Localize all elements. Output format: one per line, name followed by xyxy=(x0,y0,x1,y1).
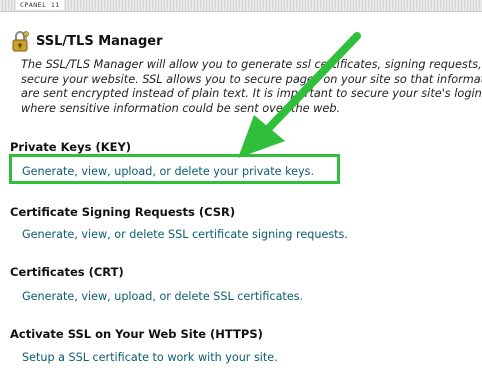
section-heading-csr: Certificate Signing Requests (CSR) xyxy=(10,205,236,219)
description-line: secure your website. SSL allows you to s… xyxy=(21,72,482,86)
csr-link[interactable]: Generate, view, or delete SSL certificat… xyxy=(22,228,348,241)
section-heading-certificates: Certificates (CRT) xyxy=(10,265,124,279)
annotation-highlight-box xyxy=(9,154,340,184)
annotation-arrow-icon xyxy=(238,32,361,158)
page-description: The SSL/TLS Manager will allow you to ge… xyxy=(21,58,482,116)
section-heading-private-keys: Private Keys (KEY) xyxy=(10,140,132,154)
top-bar: CPANEL 11 xyxy=(0,0,482,12)
page-header: SSL/TLS Manager xyxy=(10,29,162,53)
ssl-tls-manager-page: CPANEL 11 SSL/TLS Manager The SSL/TLS Ma… xyxy=(0,0,482,378)
activate-ssl-link[interactable]: Setup a SSL certificate to work with you… xyxy=(22,351,278,364)
certificates-link[interactable]: Generate, view, upload, or delete SSL ce… xyxy=(22,290,303,303)
section-heading-activate-ssl: Activate SSL on Your Web Site (HTTPS) xyxy=(10,327,263,341)
description-line: The SSL/TLS Manager will allow you to ge… xyxy=(21,58,482,71)
page-title: SSL/TLS Manager xyxy=(36,33,163,49)
cpanel-version-label: CPANEL 11 xyxy=(16,0,64,10)
lock-keys-icon xyxy=(12,31,29,52)
description-line: are sent encrypted instead of plain text… xyxy=(21,87,482,100)
description-line: where sensitive information could be sen… xyxy=(21,101,341,115)
